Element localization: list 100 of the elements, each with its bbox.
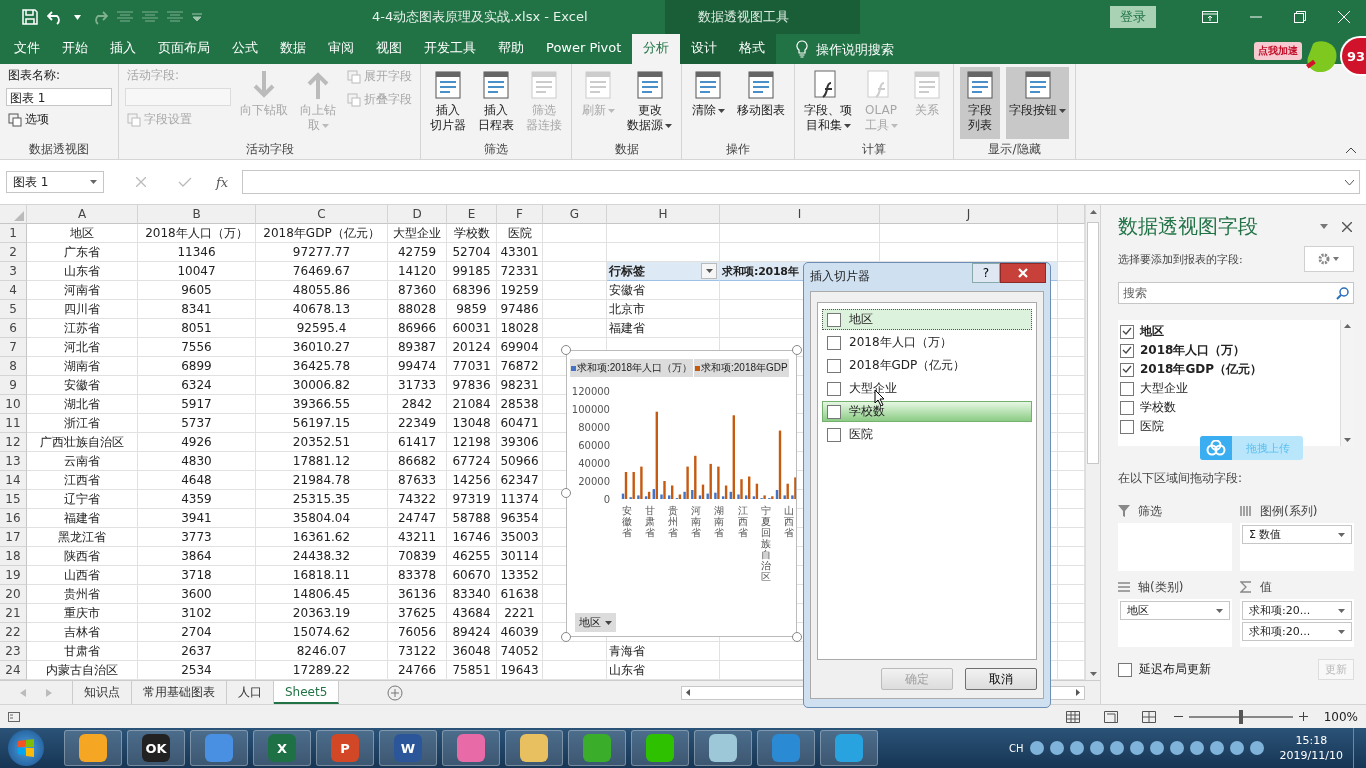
row-number[interactable]: 8 — [0, 357, 27, 376]
menu-tab[interactable]: 数据 — [269, 34, 317, 64]
slicer-field-item[interactable]: 医院 — [822, 424, 1032, 445]
axis-field-button[interactable]: 地区 — [575, 613, 616, 632]
table-cell: 11346 — [138, 243, 256, 262]
menu-tab[interactable]: 帮助 — [487, 34, 535, 64]
ribbon-button[interactable]: 移动图表 — [734, 67, 788, 139]
taskbar-button[interactable]: OK — [127, 730, 185, 766]
row-number[interactable]: 14 — [0, 471, 27, 490]
column-header[interactable]: J — [880, 205, 1058, 224]
table-cell: 42759 — [388, 243, 447, 262]
taskbar-button[interactable]: W — [379, 730, 437, 766]
row-number[interactable]: 22 — [0, 623, 27, 642]
row-number[interactable]: 11 — [0, 414, 27, 433]
tell-me-search[interactable]: 操作说明搜索 — [816, 36, 895, 64]
help-button[interactable]: ? — [972, 263, 1000, 283]
taskbar-button[interactable]: X — [253, 730, 311, 766]
menu-tab[interactable]: 页面布局 — [147, 34, 221, 64]
slicer-field-item[interactable]: 地区 — [822, 309, 1032, 330]
menu-tab[interactable]: 视图 — [365, 34, 413, 64]
ribbon-button[interactable]: 选项 — [6, 110, 112, 129]
column-header[interactable]: I — [720, 205, 880, 224]
menu-tab[interactable]: 公式 — [221, 34, 269, 64]
speed-up-tag[interactable]: 点我加速 — [1254, 42, 1302, 60]
column-header[interactable]: D — [388, 205, 447, 224]
row-number[interactable]: 23 — [0, 642, 27, 661]
ribbon-button[interactable]: 插入 日程表 — [475, 67, 517, 139]
drop-area[interactable]: Σ 数值 — [1240, 523, 1354, 571]
row-number[interactable]: 21 — [0, 604, 27, 623]
dialog-button[interactable]: 取消 — [965, 668, 1037, 690]
row-number[interactable]: 10 — [0, 395, 27, 414]
area-field-dropdown[interactable]: 地区 — [1120, 601, 1230, 620]
name-box[interactable]: 图表 1 — [6, 171, 104, 193]
area-title: 轴(类别) — [1138, 578, 1184, 596]
table-cell: 74322 — [388, 490, 447, 509]
series-field-button[interactable]: 求和项:2018年人口（万） — [570, 359, 694, 377]
ribbon-button[interactable]: 清除 — [688, 67, 728, 139]
ribbon-button[interactable]: 字段按钮 — [1006, 67, 1069, 139]
row-number[interactable]: 13 — [0, 452, 27, 471]
row-number[interactable]: 18 — [0, 547, 27, 566]
zoom-level[interactable]: 100% — [1323, 709, 1358, 724]
row-number[interactable]: 16 — [0, 509, 27, 528]
row-number[interactable]: 24 — [0, 661, 27, 680]
menu-tab[interactable]: 文件 — [3, 34, 51, 64]
sheet-tab[interactable]: Sheet5 — [274, 681, 340, 704]
menu-tab[interactable]: 格式 — [728, 34, 777, 64]
area-field-dropdown[interactable]: 求和项:20... — [1242, 622, 1352, 641]
menu-tab[interactable]: Power Pivot — [535, 34, 633, 64]
column-header[interactable]: G — [543, 205, 607, 224]
row-number[interactable]: 7 — [0, 338, 27, 357]
slicer-field-item[interactable]: 2018年人口（万） — [822, 332, 1032, 353]
row-number[interactable]: 19 — [0, 566, 27, 585]
row-number[interactable]: 20 — [0, 585, 27, 604]
axis-tick-label: 宁夏回族自治区 — [760, 505, 771, 582]
menu-tab[interactable]: 审阅 — [317, 34, 365, 64]
drop-area[interactable]: 地区 — [1118, 599, 1232, 647]
row-number[interactable]: 15 — [0, 490, 27, 509]
ribbon-button[interactable]: 更改 数据源 — [624, 67, 675, 139]
menu-tab[interactable]: 设计 — [680, 34, 729, 64]
column-header[interactable]: C — [256, 205, 388, 224]
ribbon-button[interactable]: 插入 切片器 — [427, 67, 469, 139]
chart-panel[interactable]: 0 20000 40000 60000 80000 100000 120000 求和项:2018年人口（万） 求和项:2018年GDP 安徽省 甘肃省 贵州省 河南省 湖南省 江西省 宁夏回族自治区 山西省 地区 — [566, 350, 797, 637]
drop-area[interactable]: 求和项:20... 求和项:20... — [1240, 599, 1354, 647]
ribbon-button[interactable]: 字段 列表 — [960, 67, 1000, 139]
column-header[interactable]: F — [497, 205, 543, 224]
name-field[interactable]: 图表 1 — [6, 88, 112, 106]
menu-tab[interactable]: 插入 — [99, 34, 147, 64]
column-header[interactable]: H — [607, 205, 720, 224]
column-header[interactable]: A — [27, 205, 138, 224]
clock[interactable]: 15:18 2019/11/10 — [1279, 733, 1343, 763]
menu-tab[interactable]: 开始 — [51, 34, 99, 64]
ribbon-button[interactable]: 字段、项 目和集 — [801, 67, 855, 139]
slicer-field-item[interactable]: 2018年GDP（亿元） — [822, 355, 1032, 376]
table-cell: 云南省 — [27, 452, 138, 471]
table-cell: 31733 — [388, 376, 447, 395]
row-number[interactable]: 6 — [0, 319, 27, 338]
row-number[interactable]: 12 — [0, 433, 27, 452]
taskbar-button[interactable]: P — [316, 730, 374, 766]
row-number[interactable]: 2 — [0, 243, 27, 262]
row-number[interactable]: 4 — [0, 281, 27, 300]
dialog-title: 插入切片器 — [810, 267, 870, 285]
axis-tick-label: 20000 — [578, 476, 610, 487]
row-number[interactable]: 5 — [0, 300, 27, 319]
insert-function-button[interactable]: fx — [216, 174, 229, 190]
column-header[interactable]: E — [447, 205, 497, 224]
table-cell: 36136 — [388, 585, 447, 604]
row-number[interactable]: 9 — [0, 376, 27, 395]
area-field-dropdown[interactable]: Σ 数值 — [1242, 525, 1352, 544]
slicer-field-item[interactable]: 学校数 — [822, 401, 1032, 422]
input-language[interactable]: CH — [1009, 742, 1024, 754]
sign-in-button[interactable]: 登录 — [1110, 6, 1156, 28]
row-number[interactable]: 3 — [0, 262, 27, 281]
search-field[interactable]: 搜索 — [1118, 282, 1354, 304]
menu-tab[interactable]: 开发工具 — [413, 34, 487, 64]
series-field-button[interactable]: 求和项:2018年GDP — [694, 359, 789, 377]
menu-tab[interactable]: 分析 — [632, 34, 681, 64]
column-header[interactable]: B — [138, 205, 256, 224]
area-field-dropdown[interactable]: 求和项:20... — [1242, 601, 1352, 620]
row-number[interactable]: 1 — [0, 224, 27, 243]
row-number[interactable]: 17 — [0, 528, 27, 547]
